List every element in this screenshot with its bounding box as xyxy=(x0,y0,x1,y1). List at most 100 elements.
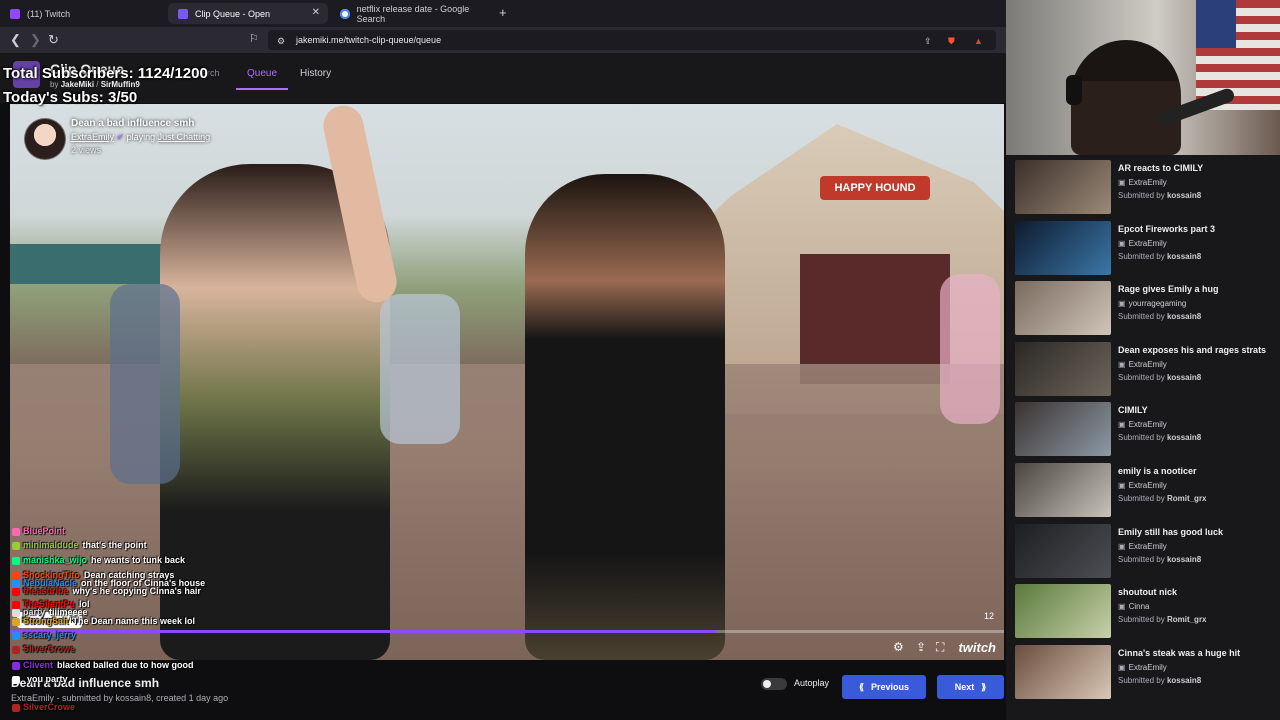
chat-badge-icon xyxy=(12,527,20,536)
close-tab-icon[interactable]: ✕ xyxy=(312,7,320,18)
share-clip-icon[interactable]: ⇪ xyxy=(916,640,926,654)
queue-item[interactable]: shoutout nick ▣ Cinna Submitted by Romit_gr… xyxy=(1015,584,1275,640)
chat-message: minimaldude that's the point xyxy=(12,540,147,550)
chat-text: blacked balled due to how good xyxy=(57,660,194,670)
site-settings-icon[interactable]: ⚙ xyxy=(277,36,285,47)
tab-queue[interactable]: Queue xyxy=(236,68,288,90)
tab-history[interactable]: History xyxy=(300,68,331,79)
clip-thumbnail[interactable] xyxy=(1015,644,1111,699)
queue-item-submitter: Submitted by kossain8 xyxy=(1118,373,1201,382)
channel-name: ExtraEmily xyxy=(1128,238,1167,248)
queue-item[interactable]: Dean exposes his and rages strats ▣ ExtraE… xyxy=(1015,341,1275,398)
queue-item-channel: ▣ ExtraEmily xyxy=(1118,663,1167,672)
queue-item-title: Cinna's steak was a huge hit xyxy=(1118,647,1241,658)
store-sign: HAPPY HOUND xyxy=(820,176,930,200)
submitter-name: kossain8 xyxy=(1166,312,1202,322)
chat-username: Clivent xyxy=(23,660,54,670)
clip-thumbnail[interactable] xyxy=(1015,584,1111,639)
chat-username: theastiribe xyxy=(23,586,69,596)
streamer-figure xyxy=(1071,40,1181,155)
clip-thumbnail[interactable] xyxy=(1015,341,1111,396)
clip-thumbnail[interactable] xyxy=(1015,523,1111,578)
chat-message: theastiribe why's he copying Cinna's hair xyxy=(12,586,201,596)
queue-item[interactable]: Emily still has good luck ▣ ExtraEmily Subm… xyxy=(1015,523,1275,580)
channel-name: ExtraEmily xyxy=(1128,420,1167,430)
fast-forward-icon: ⟫ xyxy=(981,681,987,692)
channel-icon: ▣ xyxy=(1118,541,1126,551)
chat-message: SilverCrowe xyxy=(12,644,79,654)
submitter-name: kossain8 xyxy=(1166,191,1202,200)
rewind-icon: ⟪ xyxy=(858,681,864,692)
chat-username: StrongSalt xyxy=(23,616,69,626)
background-person xyxy=(380,294,460,444)
queue-item[interactable]: CIMILY ▣ ExtraEmily Submitted by kossain8 xyxy=(1015,402,1275,458)
brave-shield-icon[interactable]: ⛊ xyxy=(948,36,955,47)
reload-icon[interactable]: ↻ xyxy=(48,32,59,48)
chat-text: that's the point xyxy=(82,540,147,550)
playing-label: playing xyxy=(126,132,156,142)
progress-bar[interactable] xyxy=(10,630,1004,633)
previous-button[interactable]: ⟪ Previous xyxy=(842,675,926,699)
settings-icon[interactable]: ⚙ xyxy=(893,640,904,654)
total-subscribers-overlay: Total Subscribers: 1124/1200 xyxy=(3,65,208,82)
chat-message: you party xyxy=(12,674,68,684)
address-bar[interactable]: ⚙ jakemiki.me/twitch-clip-queue/queue ⇪ … xyxy=(268,30,996,50)
submitted-label: Submitted by xyxy=(1118,312,1165,322)
queue-item-channel: ▣ ExtraEmily xyxy=(1118,360,1167,369)
chat-badge-icon xyxy=(12,541,20,550)
tab-clip-queue[interactable]: Clip Queue - Open ✕ xyxy=(168,3,328,24)
queue-item[interactable]: Epcot Fireworks part 3 ▣ ExtraEmily Submitt… xyxy=(1015,220,1275,277)
back-icon[interactable]: ❮ xyxy=(10,32,21,48)
twitch-favicon-icon xyxy=(10,8,20,19)
clip-thumbnail[interactable] xyxy=(1015,220,1111,275)
queue-item[interactable]: emily is a nooticer ▣ ExtraEmily Submitted … xyxy=(1015,463,1275,519)
queue-item[interactable]: Rage gives Emily a hug ▣ yourragegaming Sub… xyxy=(1015,281,1275,337)
chat-badge-icon xyxy=(12,645,20,654)
chat-message: StrongSalt The Dean name this week lol xyxy=(12,616,195,626)
channel-icon: ▣ xyxy=(1118,602,1126,612)
verified-icon: ✔ xyxy=(116,132,125,142)
bookmark-icon[interactable]: ⚐ xyxy=(249,32,259,45)
tab-twitch[interactable]: (11) Twitch xyxy=(0,3,168,24)
streamer-avatar[interactable] xyxy=(24,118,66,160)
channel-name: ExtraEmily xyxy=(1128,178,1167,187)
channel-name: ExtraEmily xyxy=(1128,662,1167,672)
share-icon[interactable]: ⇪ xyxy=(924,36,932,47)
fullscreen-icon[interactable]: ⛶ xyxy=(936,640,944,655)
channel-name: ExtraEmily xyxy=(1128,481,1167,490)
queue-item-title: CIMILY xyxy=(1118,405,1148,416)
twitch-logo[interactable]: twitch xyxy=(958,640,996,655)
channel-icon: ▣ xyxy=(1118,299,1126,309)
channel-link[interactable]: ExtraEmily xyxy=(71,132,114,142)
tab-google-search[interactable]: netflix release date - Google Search xyxy=(330,3,495,24)
next-label: Next xyxy=(954,682,975,692)
clip-thumbnail[interactable] xyxy=(1015,160,1111,214)
chat-username: SilverCrowe xyxy=(23,644,76,654)
queue-item-channel: ▣ ExtraEmily xyxy=(1118,239,1167,248)
autoplay-toggle[interactable] xyxy=(761,678,787,690)
queue-item-submitter: Submitted by kossain8 xyxy=(1118,676,1201,685)
url-text: jakemiki.me/twitch-clip-queue/queue xyxy=(296,35,442,45)
channel-icon: ▣ xyxy=(1118,420,1126,430)
clip-thumbnail[interactable] xyxy=(1015,463,1111,517)
queue-item[interactable]: AR reacts to CIMILY ▣ ExtraEmily Submitted … xyxy=(1015,160,1275,216)
submitter-name: kossain8 xyxy=(1166,675,1202,685)
queue-item-title: emily is a nooticer xyxy=(1118,466,1197,476)
view-count: 2 views xyxy=(71,145,102,155)
background-person xyxy=(940,274,1000,424)
chat-text: why's he copying Cinna's hair xyxy=(72,586,201,596)
next-button[interactable]: Next ⟫ xyxy=(937,675,1004,699)
chat-message: sscary_jerry xyxy=(12,630,80,640)
chat-username: minimaldude xyxy=(23,540,79,550)
channel-name: ExtraEmily xyxy=(1128,541,1167,551)
forward-icon[interactable]: ❯ xyxy=(30,32,41,48)
headphones-icon xyxy=(1066,75,1082,105)
clip-thumbnail[interactable] xyxy=(1015,281,1111,336)
queue-item[interactable]: Cinna's steak was a huge hit ▣ ExtraEmily S… xyxy=(1015,644,1275,701)
channel-name: yourragegaming xyxy=(1128,299,1187,309)
channel-icon: ▣ xyxy=(1118,481,1126,490)
new-tab-button[interactable]: + xyxy=(499,5,507,20)
game-link[interactable]: Just Chatting xyxy=(158,132,211,142)
brave-rewards-icon[interactable]: ▲ xyxy=(974,36,983,46)
clip-thumbnail[interactable] xyxy=(1015,402,1111,457)
